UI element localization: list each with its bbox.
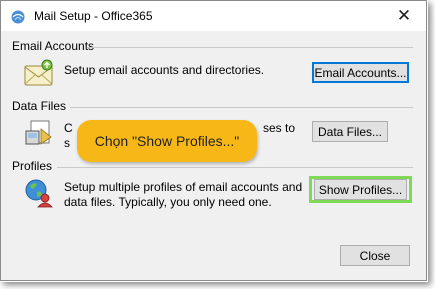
window-title: Mail Setup - Office365: [34, 9, 153, 23]
profiles-description-line1: Setup multiple profiles of email account…: [64, 180, 303, 194]
profiles-description-line2: data files. Typically, you only need one…: [64, 195, 272, 209]
title-bar: Mail Setup - Office365 ✕: [1, 1, 426, 31]
show-profiles-highlight: [309, 176, 412, 203]
data-files-description-left: C: [64, 121, 73, 135]
data-files-heading: Data Files: [12, 99, 67, 113]
instruction-callout: Chọn "Show Profiles...": [77, 120, 257, 162]
callout-text: Chọn "Show Profiles...": [94, 133, 240, 149]
email-accounts-divider: [87, 47, 413, 48]
data-file-icon: [23, 117, 57, 149]
email-accounts-description: Setup email accounts and directories.: [64, 63, 265, 77]
data-files-button[interactable]: Data Files...: [312, 121, 388, 142]
close-icon[interactable]: ✕: [394, 6, 414, 26]
profiles-divider: [57, 167, 413, 168]
email-accounts-heading: Email Accounts: [12, 39, 95, 53]
data-files-divider: [70, 107, 413, 108]
email-accounts-button[interactable]: Email Accounts...: [312, 62, 409, 83]
mail-setup-icon: [10, 9, 26, 25]
profiles-heading: Profiles: [12, 159, 53, 173]
data-files-description-right: ses to: [263, 121, 296, 135]
mail-envelope-icon: [23, 57, 57, 89]
data-files-description-left-line2: s: [64, 136, 70, 150]
profile-globe-icon: [23, 177, 57, 209]
close-button[interactable]: Close: [340, 245, 410, 266]
